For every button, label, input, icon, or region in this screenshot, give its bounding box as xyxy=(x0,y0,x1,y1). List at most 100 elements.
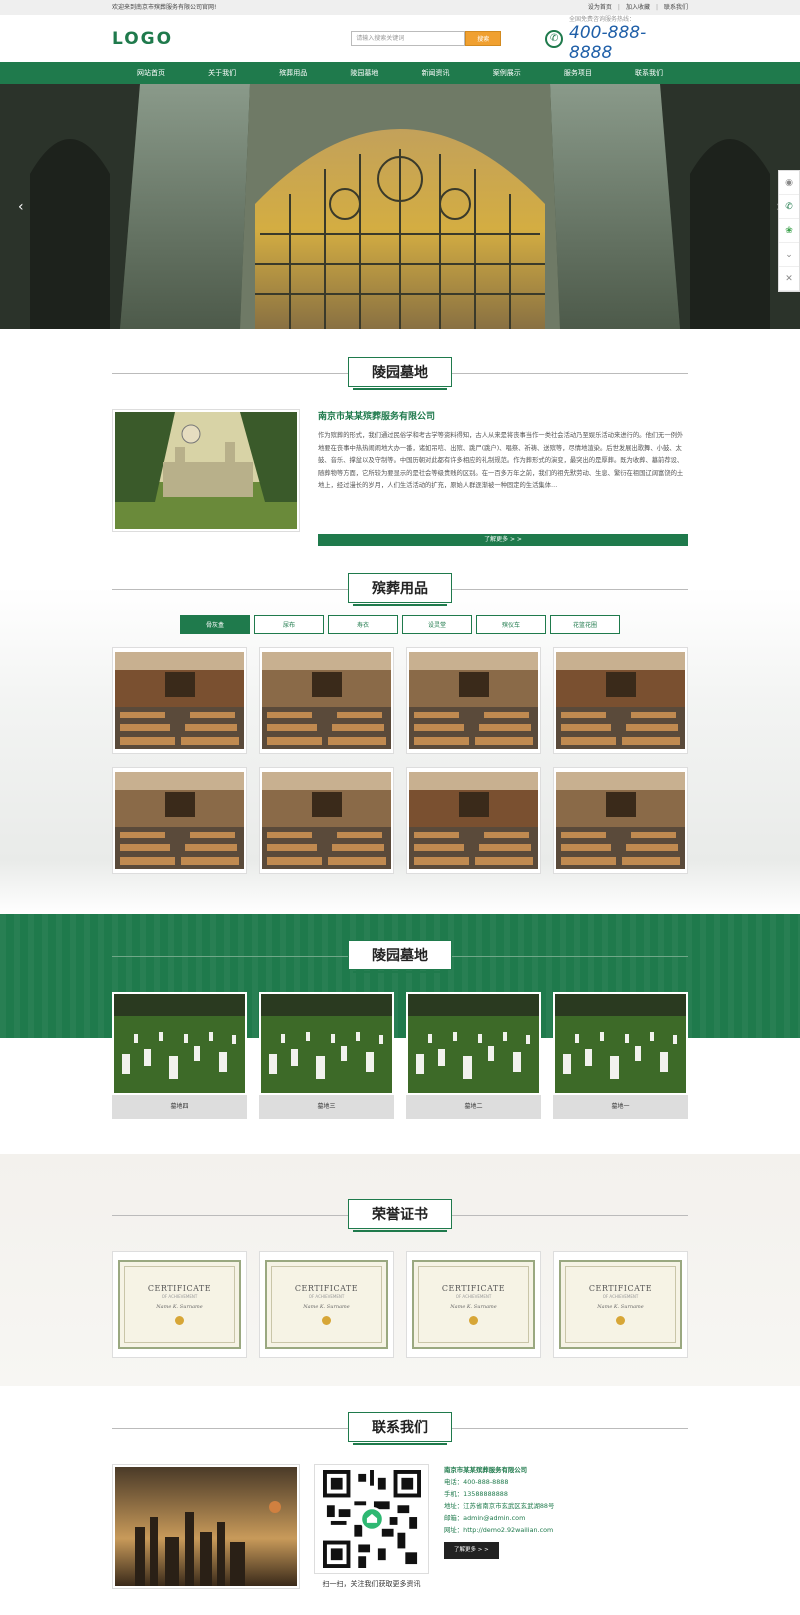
nav-news[interactable]: 新闻资讯 xyxy=(405,68,467,78)
products-title: 殡葬用品 xyxy=(348,573,452,606)
set-home-link[interactable]: 设为首页 xyxy=(588,4,612,11)
section-title: 联系我们 xyxy=(112,1412,688,1446)
cemetery-caption: 墓地一 xyxy=(553,1095,688,1119)
section-title: 陵园墓地 xyxy=(112,357,688,391)
add-favorite-link[interactable]: 加入收藏 xyxy=(618,4,650,11)
cert-name: Name K. Surname xyxy=(303,1304,350,1310)
contact-section: 联系我们 扫一扫，关注我们获取更多资讯 南京市某某殡葬服务有限公司 电话：400… xyxy=(0,1386,800,1611)
product-card[interactable] xyxy=(112,767,247,874)
certificates-section: 荣誉证书 CERTIFICATE OF ACHIEVEMENT Name K. Su… xyxy=(0,1154,800,1386)
cemetery-card[interactable]: 墓地三 xyxy=(259,992,394,1119)
qr-block: 扫一扫，关注我们获取更多资讯 xyxy=(314,1464,429,1589)
nav-services[interactable]: 服务项目 xyxy=(547,68,609,78)
cert-subtitle: OF ACHIEVEMENT xyxy=(308,1294,345,1299)
tab-hall[interactable]: 设灵堂 xyxy=(402,615,472,634)
phone-side-icon[interactable]: ✆ xyxy=(779,195,799,219)
search-button[interactable]: 搜索 xyxy=(465,31,502,46)
nav-about[interactable]: 关于我们 xyxy=(191,68,253,78)
top-bar: 欢迎来到南京市殡葬服务有限公司官网! 设为首页加入收藏联系我们 xyxy=(0,0,800,15)
cert-subtitle: OF ACHIEVEMENT xyxy=(161,1294,198,1299)
floating-toolbar: ◉ ✆ ❀ ⌄ ✕ xyxy=(778,170,800,292)
contact-company: 南京市某某殡葬服务有限公司 xyxy=(444,1466,528,1474)
about-section: 陵园墓地 南京市某某殡葬服务有限公司 作为殡葬的形式，我们通过民俗学和考古学等资… xyxy=(0,329,800,559)
certificate-card[interactable]: CERTIFICATE OF ACHIEVEMENT Name K. Surname xyxy=(259,1251,394,1358)
certificate: CERTIFICATE OF ACHIEVEMENT Name K. Surname xyxy=(265,1260,388,1349)
contact-more-button[interactable]: 了解更多 > > xyxy=(444,1542,499,1559)
phone-icon: ✆ xyxy=(545,29,564,48)
hotline-number: 400-888-8888 xyxy=(569,23,647,63)
contact-website: 网址：http://demo2.92wailian.com xyxy=(444,1526,554,1534)
nav-cemetery[interactable]: 陵园墓地 xyxy=(333,68,395,78)
cemetery-caption: 墓地三 xyxy=(259,1095,394,1119)
seal-icon xyxy=(469,1316,478,1325)
cert-title: CERTIFICATE xyxy=(441,1284,506,1293)
tab-hearse[interactable]: 殡仪车 xyxy=(476,615,546,634)
logo[interactable]: LOGO xyxy=(112,29,351,49)
banner-prev-arrow[interactable]: ‹ xyxy=(18,199,24,215)
cemetery-caption: 墓地二 xyxy=(406,1095,541,1119)
tab-urn[interactable]: 骨灰盒 xyxy=(180,615,250,634)
contact-mobile: 手机：13588888888 xyxy=(444,1490,508,1498)
close-icon[interactable]: ✕ xyxy=(779,267,799,291)
cemetery-image xyxy=(553,992,688,1095)
cemetery-card[interactable]: 墓地四 xyxy=(112,992,247,1119)
certificate-card[interactable]: CERTIFICATE OF ACHIEVEMENT Name K. Surname xyxy=(112,1251,247,1358)
nav-home[interactable]: 网站首页 xyxy=(120,68,182,78)
cemetery-image xyxy=(406,992,541,1095)
products-section: 殡葬用品 骨灰盒 尿布 寿衣 设灵堂 殡仪车 花篮花圈 xyxy=(0,559,800,914)
seal-icon xyxy=(616,1316,625,1325)
contact-address: 地址：江苏省南京市玄武区玄武湖88号 xyxy=(444,1502,555,1510)
cert-name: Name K. Surname xyxy=(597,1304,644,1310)
cert-name: Name K. Surname xyxy=(156,1304,203,1310)
product-card[interactable] xyxy=(553,767,688,874)
search-input[interactable]: 请输入搜索关键词 xyxy=(351,31,466,46)
nav-products[interactable]: 殡葬用品 xyxy=(262,68,324,78)
chapel-image xyxy=(409,772,538,869)
chapel-image xyxy=(409,652,538,749)
qq-icon[interactable]: ◉ xyxy=(779,171,799,195)
hotline-label: 全国免费咨询服务热线： xyxy=(569,16,636,23)
certificate: CERTIFICATE OF ACHIEVEMENT Name K. Surname xyxy=(118,1260,241,1349)
cemetery-section: 陵园墓地 墓地四 墓地三 墓地二 墓地一 xyxy=(0,914,800,1154)
contact-phone: 电话：400-888-8888 xyxy=(444,1478,509,1486)
product-card[interactable] xyxy=(553,647,688,754)
wechat-icon[interactable]: ❀ xyxy=(779,219,799,243)
certificate-card[interactable]: CERTIFICATE OF ACHIEVEMENT Name K. Surname xyxy=(553,1251,688,1358)
tab-wreath[interactable]: 花篮花圈 xyxy=(550,615,620,634)
qr-code[interactable] xyxy=(314,1464,429,1574)
hero-banner[interactable]: ‹ › xyxy=(0,84,800,329)
product-card[interactable] xyxy=(406,647,541,754)
main-nav: 网站首页 关于我们 殡葬用品 陵园墓地 新闻资讯 案例展示 服务项目 联系我们 xyxy=(0,62,800,84)
chevron-down-icon[interactable]: ⌄ xyxy=(779,243,799,267)
contact-link[interactable]: 联系我们 xyxy=(656,4,688,11)
about-image[interactable] xyxy=(112,409,300,532)
welcome-text: 欢迎来到南京市殡葬服务有限公司官网! xyxy=(112,4,217,11)
tab-diaper[interactable]: 尿布 xyxy=(254,615,324,634)
certs-title: 荣誉证书 xyxy=(348,1199,452,1232)
product-card[interactable] xyxy=(406,767,541,874)
cert-title: CERTIFICATE xyxy=(294,1284,359,1293)
cemetery-grid: 墓地四 墓地三 墓地二 墓地一 xyxy=(112,992,688,1119)
about-more-button[interactable]: 了解更多 > > xyxy=(318,534,688,546)
contact-info: 南京市某某殡葬服务有限公司 电话：400-888-8888 手机：1358888… xyxy=(444,1464,554,1589)
cert-subtitle: OF ACHIEVEMENT xyxy=(455,1294,492,1299)
contact-email: 邮箱：admin@admin.com xyxy=(444,1514,526,1522)
certificate-card[interactable]: CERTIFICATE OF ACHIEVEMENT Name K. Surname xyxy=(406,1251,541,1358)
cemetery-caption: 墓地四 xyxy=(112,1095,247,1119)
tab-shroud[interactable]: 寿衣 xyxy=(328,615,398,634)
cathedral-image xyxy=(0,84,800,329)
cemetery-image xyxy=(259,992,394,1095)
qr-caption: 扫一扫，关注我们获取更多资讯 xyxy=(322,1580,421,1588)
section-title: 陵园墓地 xyxy=(112,940,688,974)
product-card[interactable] xyxy=(112,647,247,754)
nav-cases[interactable]: 案例展示 xyxy=(476,68,538,78)
product-card[interactable] xyxy=(259,767,394,874)
chapel-image xyxy=(556,772,685,869)
chapel-image xyxy=(262,772,391,869)
cemetery-card[interactable]: 墓地二 xyxy=(406,992,541,1119)
cemetery-card[interactable]: 墓地一 xyxy=(553,992,688,1119)
cert-subtitle: OF ACHIEVEMENT xyxy=(602,1294,639,1299)
nav-contact[interactable]: 联系我们 xyxy=(618,68,680,78)
product-card[interactable] xyxy=(259,647,394,754)
header: LOGO 请输入搜索关键词 搜索 ✆ 全国免费咨询服务热线： 400-888-8… xyxy=(0,15,800,63)
